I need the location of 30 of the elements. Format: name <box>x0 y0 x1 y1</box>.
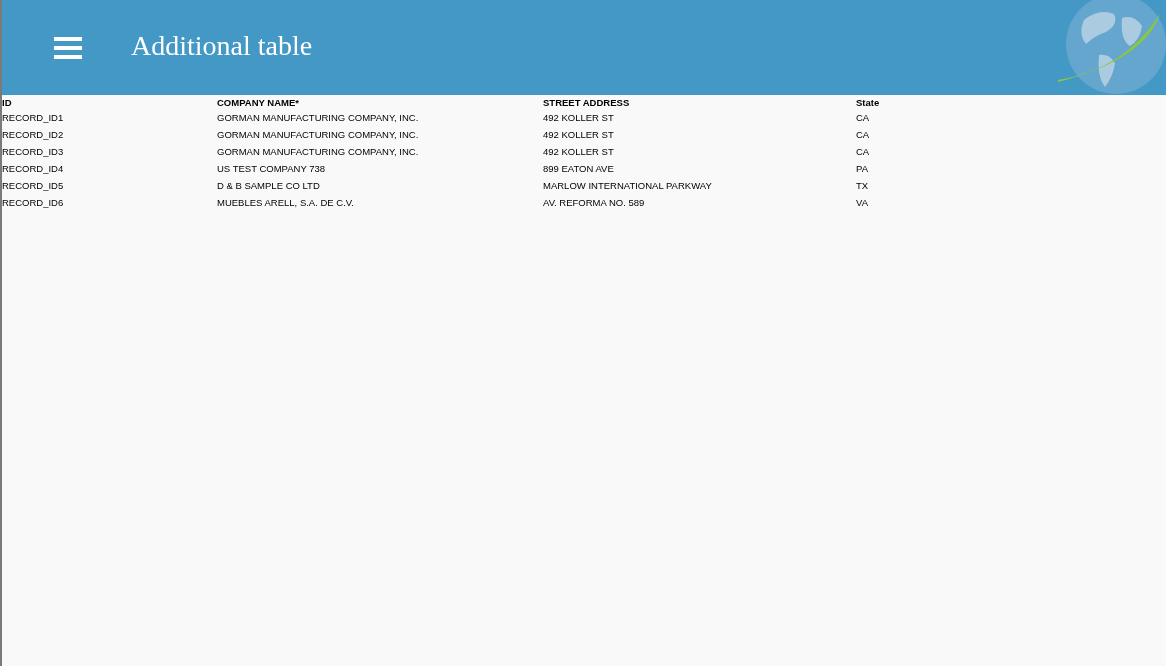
table-cell: RECORD_ID5 <box>2 180 64 191</box>
table-cell: RECORD_ID3 <box>2 146 64 157</box>
table-cell: 492 KOLLER ST <box>543 112 614 123</box>
column-header: COMPANY NAME* <box>217 96 299 108</box>
column-header: ID <box>2 96 12 108</box>
table-cell: US TEST COMPANY 738 <box>217 163 326 174</box>
table-cell: PA <box>856 163 868 174</box>
table-cell: TX <box>856 180 869 191</box>
column-header: State <box>856 96 880 108</box>
table-cell: RECORD_ID2 <box>2 129 64 140</box>
page-title: Additional table <box>131 29 313 63</box>
table-cell: MUEBLES ARELL, S.A. DE C.V. <box>217 197 354 208</box>
table-cell: RECORD_ID6 <box>2 197 64 208</box>
table-cell: GORMAN MANUFACTURING COMPANY, INC. <box>217 129 419 140</box>
table-cell: GORMAN MANUFACTURING COMPANY, INC. <box>217 112 419 123</box>
table-cell: CA <box>856 146 870 157</box>
table-cell: RECORD_ID1 <box>2 112 64 123</box>
table-cell: 899 EATON AVE <box>543 163 614 174</box>
menu-icon[interactable] <box>54 36 82 59</box>
table-cell: CA <box>856 129 870 140</box>
table-cell: 492 KOLLER ST <box>543 146 614 157</box>
table-cell: D & B SAMPLE CO LTD <box>217 180 320 191</box>
table-cell: AV. REFORMA NO. 589 <box>543 197 645 208</box>
table-cell: 492 KOLLER ST <box>543 129 614 140</box>
table-cell: RECORD_ID4 <box>2 163 64 174</box>
table-cell: CA <box>856 112 870 123</box>
table-cell: GORMAN MANUFACTURING COMPANY, INC. <box>217 146 419 157</box>
table-cell: MARLOW INTERNATIONAL PARKWAY <box>543 180 712 191</box>
column-header: STREET ADDRESS <box>543 96 630 108</box>
table-cell: VA <box>856 197 868 208</box>
